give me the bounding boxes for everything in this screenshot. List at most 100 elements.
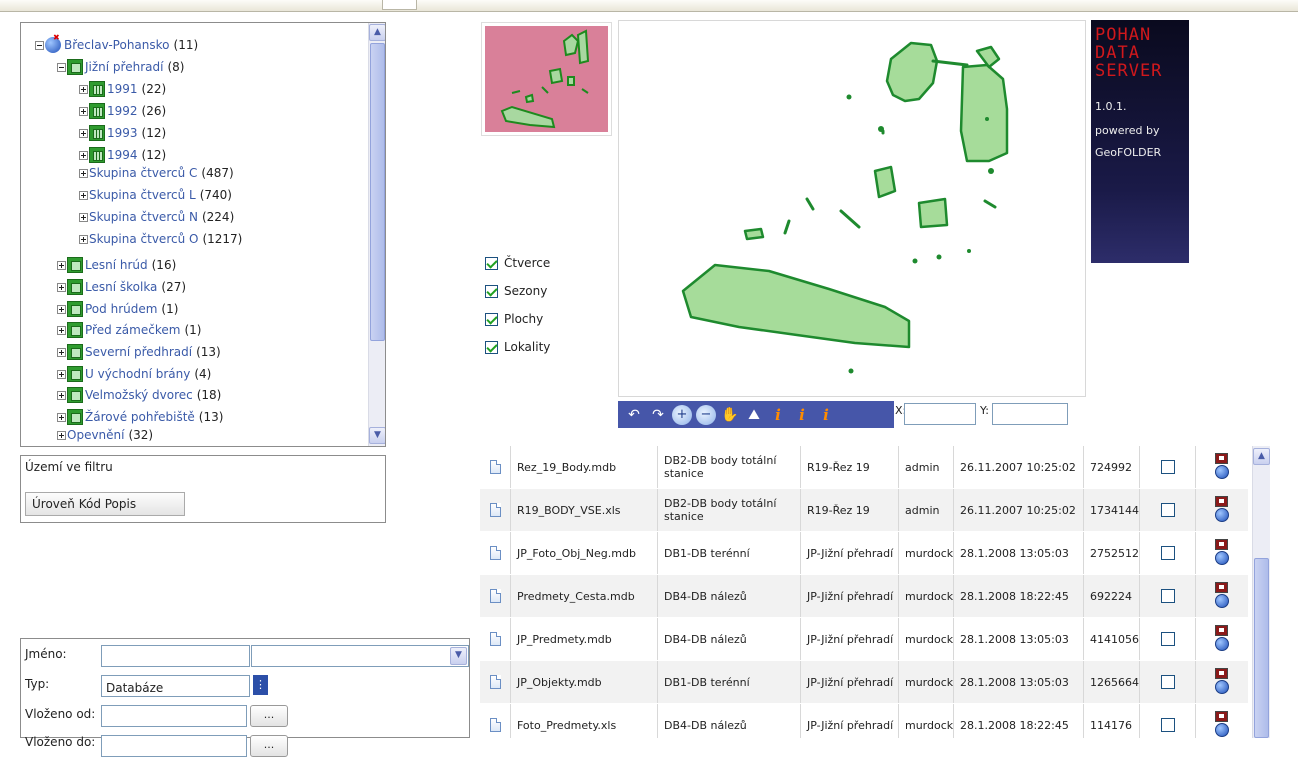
scroll-thumb[interactable] — [370, 43, 385, 341]
row-checkbox[interactable] — [1160, 675, 1175, 689]
tree-item-severni-predhradi[interactable]: Severní předhradí (13) — [57, 342, 221, 362]
expand-icon[interactable] — [57, 347, 66, 357]
expand-icon[interactable] — [57, 325, 66, 335]
collapse-icon[interactable] — [35, 40, 44, 50]
tree-item-label[interactable]: 1993 — [107, 126, 138, 140]
pan-hand-icon[interactable]: ✋ — [720, 405, 740, 425]
cell-name[interactable]: JP_Predmety.mdb — [510, 618, 657, 660]
info-select-icon[interactable]: i — [816, 405, 836, 425]
expand-icon[interactable] — [79, 168, 88, 178]
expand-icon[interactable] — [79, 106, 88, 116]
scroll-down-icon[interactable]: ▼ — [369, 427, 385, 444]
table-row[interactable]: Foto_Predmety.xls DB4-DB nálezů JP-Jižní p… — [480, 704, 1248, 738]
tree-item-label[interactable]: Skupina čtverců N — [89, 210, 198, 224]
info-layer-icon[interactable]: i — [768, 405, 788, 425]
back-arrow-icon[interactable]: ↶ — [624, 405, 644, 425]
tree-item-skupina-ctvercu-l[interactable]: Skupina čtverců L (740) — [79, 185, 232, 205]
table-row[interactable]: JP_Objekty.mdb DB1-DB terénní JP-Jižní pře… — [480, 661, 1248, 703]
layer-toggle-1[interactable]: Sezony — [485, 284, 547, 298]
tree-item-label[interactable]: Před zámečkem — [85, 323, 180, 337]
tree-item-label[interactable]: 1994 — [107, 148, 138, 162]
table-row[interactable]: R19_BODY_VSE.xls DB2-DB body totální stan… — [480, 489, 1248, 531]
layer-toggle-3[interactable]: Lokality — [485, 340, 550, 354]
row-checkbox[interactable] — [1160, 546, 1175, 560]
cell-name[interactable]: JP_Objekty.mdb — [510, 661, 657, 703]
row-checkbox[interactable] — [1160, 632, 1175, 646]
info-table-icon[interactable]: i — [792, 405, 812, 425]
cell-name[interactable]: Foto_Predmety.xls — [510, 704, 657, 738]
cell-name[interactable]: Predmety_Cesta.mdb — [510, 575, 657, 617]
tree-item-label[interactable]: Opevnění — [67, 428, 124, 442]
tree-item-label[interactable]: Velmožský dvorec — [85, 388, 193, 402]
download-globe-icon[interactable] — [1214, 496, 1230, 524]
expand-icon[interactable] — [79, 128, 88, 138]
tree-item-label[interactable]: Břeclav-Pohansko — [64, 38, 170, 52]
tree-item-zarove-pohrebiste[interactable]: Žárové pohřebiště (13) — [57, 407, 223, 427]
tree-item-lesni-hrud[interactable]: Lesní hrúd (16) — [57, 255, 176, 275]
tree-item-label[interactable]: Žárové pohřebiště — [85, 410, 195, 424]
cell-name[interactable]: JP_Foto_Obj_Neg.mdb — [510, 532, 657, 574]
tree-item-velmozsky-dvorec[interactable]: Velmožský dvorec (18) — [57, 385, 221, 405]
tree-item-label[interactable]: Jižní přehradí — [85, 60, 163, 74]
layer-toggle-0[interactable]: Čtverce — [485, 256, 550, 270]
tree-item-skupina-ctvercu-n[interactable]: Skupina čtverců N (224) — [79, 207, 234, 227]
download-globe-icon[interactable] — [1214, 582, 1230, 610]
expand-icon[interactable] — [57, 430, 66, 440]
scroll-thumb[interactable] — [1254, 558, 1269, 738]
chevron-down-icon[interactable]: ▼ — [450, 647, 467, 665]
table-row[interactable]: JP_Predmety.mdb DB4-DB nálezů JP-Jižní pře… — [480, 618, 1248, 660]
expand-icon[interactable] — [57, 390, 66, 400]
tree-item-label[interactable]: U východní brány — [85, 367, 190, 381]
tree-item-skupina-ctvercu-c[interactable]: Skupina čtverců C (487) — [79, 163, 234, 183]
tree-scrollbar[interactable]: ▲ ▼ — [368, 23, 385, 446]
inserted-from-input[interactable] — [101, 705, 247, 727]
name-select[interactable]: ▼ — [251, 645, 469, 667]
top-tab[interactable] — [382, 0, 417, 10]
tree-item-pod-hrudem[interactable]: Pod hrúdem (1) — [57, 299, 178, 319]
type-field[interactable]: Databáze — [101, 675, 250, 697]
tree-item-label[interactable]: 1992 — [107, 104, 138, 118]
row-checkbox[interactable] — [1160, 718, 1175, 732]
expand-icon[interactable] — [57, 412, 66, 422]
tree-item-jizni-prehradi[interactable]: Jižní přehradí (8) — [57, 57, 184, 77]
expand-icon[interactable] — [57, 260, 66, 270]
download-globe-icon[interactable] — [1214, 668, 1230, 696]
tree-item-label[interactable]: Skupina čtverců O — [89, 232, 198, 246]
collapse-icon[interactable] — [57, 62, 66, 72]
x-coordinate-input[interactable] — [904, 403, 976, 425]
tree-item-label[interactable]: Severní předhradí — [85, 345, 192, 359]
tree-item-breclav-pohansko[interactable]: ✖ Břeclav-Pohansko (11) — [35, 33, 198, 55]
checkbox[interactable] — [485, 340, 498, 354]
overview-map[interactable] — [481, 22, 612, 136]
expand-icon[interactable] — [79, 212, 88, 222]
checkbox[interactable] — [485, 312, 498, 326]
expand-icon[interactable] — [79, 84, 88, 94]
expand-icon[interactable] — [79, 150, 88, 160]
inserted-to-browse-button[interactable]: ... — [250, 735, 288, 757]
cell-name[interactable]: Rez_19_Body.mdb — [510, 446, 657, 488]
tree-item-pred-zameckem[interactable]: Před zámečkem (1) — [57, 320, 201, 340]
scroll-up-icon[interactable]: ▲ — [1253, 448, 1270, 465]
cell-name[interactable]: R19_BODY_VSE.xls — [510, 489, 657, 531]
row-checkbox[interactable] — [1160, 503, 1175, 517]
expand-icon[interactable] — [57, 369, 66, 379]
scroll-up-icon[interactable]: ▲ — [369, 24, 385, 41]
expand-icon[interactable] — [79, 190, 88, 200]
expand-icon[interactable] — [57, 304, 66, 314]
table-row[interactable]: Predmety_Cesta.mdb DB4-DB nálezů JP-Jižní … — [480, 575, 1248, 617]
table-row[interactable]: Rez_19_Body.mdb DB2-DB body totální stani… — [480, 446, 1248, 488]
table-scrollbar[interactable]: ▲ — [1252, 446, 1270, 738]
table-row[interactable]: JP_Foto_Obj_Neg.mdb DB1-DB terénní JP-Jižn… — [480, 532, 1248, 574]
inserted-to-input[interactable] — [101, 735, 247, 757]
terrain-icon[interactable]: ⛰ — [744, 405, 764, 425]
download-globe-icon[interactable] — [1214, 711, 1230, 738]
expand-icon[interactable] — [79, 234, 88, 244]
checkbox[interactable] — [485, 256, 498, 270]
download-globe-icon[interactable] — [1214, 625, 1230, 653]
zoom-out-icon[interactable]: − — [696, 404, 716, 425]
tree-item-1992[interactable]: 1992 (26) — [79, 101, 166, 121]
tree-item-1993[interactable]: 1993 (12) — [79, 123, 166, 143]
row-checkbox[interactable] — [1160, 589, 1175, 603]
forward-arrow-icon[interactable]: ↷ — [648, 405, 668, 425]
filter-column-header[interactable]: Úroveň Kód Popis — [25, 492, 185, 516]
